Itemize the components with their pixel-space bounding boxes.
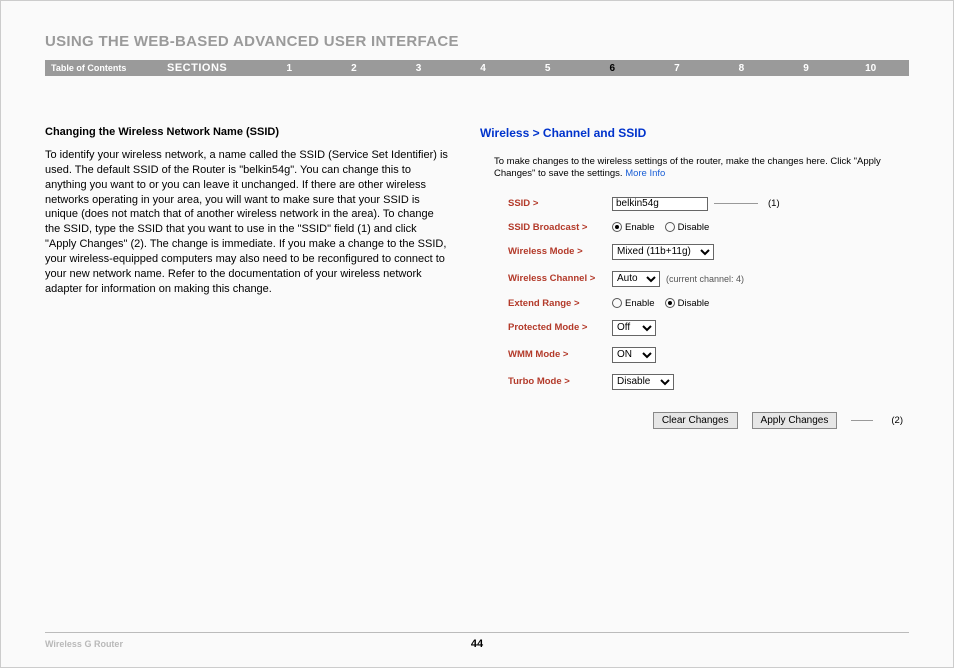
channel-note: (current channel: 4) — [666, 274, 744, 284]
turbo-label: Turbo Mode — [508, 376, 612, 387]
channel-label: Wireless Channel — [508, 273, 612, 284]
nav-num-5[interactable]: 5 — [515, 63, 580, 74]
nav-toc-link[interactable]: Table of Contents — [51, 63, 167, 73]
nav-num-1[interactable]: 1 — [257, 63, 322, 74]
wireless-mode-select[interactable]: Mixed (11b+11g) — [612, 244, 714, 260]
nav-sections-label: SECTIONS — [167, 62, 257, 74]
panel-breadcrumb: Wireless > Channel and SSID — [480, 126, 909, 140]
callout-line-1 — [714, 203, 758, 204]
radio-icon — [665, 298, 675, 308]
extend-enable-radio[interactable]: Enable — [612, 298, 655, 309]
protected-label: Protected Mode — [508, 322, 612, 333]
mode-label: Wireless Mode — [508, 246, 612, 257]
protected-mode-select[interactable]: Off — [612, 320, 656, 336]
ssid-input[interactable] — [612, 197, 708, 211]
clear-changes-button[interactable]: Clear Changes — [653, 412, 738, 429]
section-heading: Changing the Wireless Network Name (SSID… — [45, 126, 450, 138]
apply-changes-button[interactable]: Apply Changes — [752, 412, 838, 429]
nav-num-9[interactable]: 9 — [774, 63, 839, 74]
wmm-mode-select[interactable]: ON — [612, 347, 656, 363]
nav-num-4[interactable]: 4 — [451, 63, 516, 74]
more-info-link[interactable]: More Info — [625, 168, 665, 179]
wireless-channel-select[interactable]: Auto — [612, 271, 660, 287]
nav-num-8[interactable]: 8 — [709, 63, 774, 74]
radio-icon — [665, 222, 675, 232]
radio-icon — [612, 222, 622, 232]
footer-page-number: 44 — [471, 638, 483, 650]
apply-callout: (2) — [891, 415, 903, 426]
left-column: Changing the Wireless Network Name (SSID… — [45, 126, 450, 429]
broadcast-label: SSID Broadcast — [508, 222, 612, 233]
nav-numbers: 1 2 3 4 5 6 7 8 9 10 — [257, 63, 903, 74]
ssid-callout: (1) — [768, 198, 780, 209]
extend-label: Extend Range — [508, 298, 612, 309]
section-body-text: To identify your wireless network, a nam… — [45, 148, 450, 296]
nav-num-3[interactable]: 3 — [386, 63, 451, 74]
page-title: USING THE WEB-BASED ADVANCED USER INTERF… — [45, 33, 909, 50]
section-navbar: Table of Contents SECTIONS 1 2 3 4 5 6 7… — [45, 60, 909, 76]
page-footer: Wireless G Router 44 — [45, 632, 909, 649]
ssid-label: SSID — [508, 198, 612, 209]
turbo-mode-select[interactable]: Disable — [612, 374, 674, 390]
nav-num-10[interactable]: 10 — [838, 63, 903, 74]
nav-num-2[interactable]: 2 — [322, 63, 387, 74]
nav-num-7[interactable]: 7 — [645, 63, 710, 74]
broadcast-enable-radio[interactable]: Enable — [612, 222, 655, 233]
footer-product: Wireless G Router — [45, 639, 123, 649]
right-column: Wireless > Channel and SSID To make chan… — [480, 126, 909, 429]
nav-num-6[interactable]: 6 — [580, 63, 645, 74]
panel-description: To make changes to the wireless settings… — [494, 156, 909, 181]
extend-disable-radio[interactable]: Disable — [665, 298, 710, 309]
wmm-label: WMM Mode — [508, 349, 612, 360]
broadcast-disable-radio[interactable]: Disable — [665, 222, 710, 233]
callout-line-2 — [851, 420, 873, 421]
radio-icon — [612, 298, 622, 308]
